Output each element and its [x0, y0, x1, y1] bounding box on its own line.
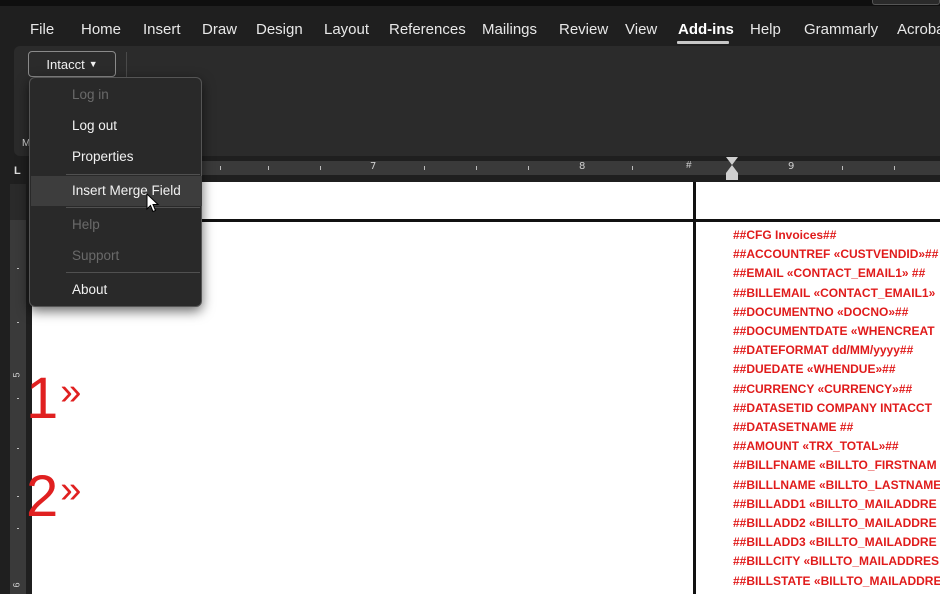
- intacct-dropdown-button[interactable]: Intacct ▼: [28, 51, 116, 77]
- vertical-ruler-margin: [10, 184, 26, 220]
- menu-item-help: Help: [72, 217, 100, 232]
- tab-view[interactable]: View: [625, 21, 657, 38]
- merge-field[interactable]: ##DATEFORMAT dd/MM/yyyy##: [733, 341, 940, 360]
- ruler-tick: [220, 166, 221, 170]
- chevron-down-icon: ▼: [88, 59, 98, 69]
- ruler-number: 8: [579, 161, 586, 172]
- vertical-ruler[interactable]: 5 6: [10, 184, 26, 594]
- tab-insert[interactable]: Insert: [143, 21, 181, 38]
- menu-item-about[interactable]: About: [31, 275, 202, 305]
- merge-field[interactable]: ##BILLADD2 «BILLTO_MAILADDRE: [733, 514, 940, 533]
- merge-field[interactable]: ##DATASETID COMPANY INTACCT: [733, 399, 940, 418]
- ruler-number: 7: [370, 161, 377, 172]
- ruler-tick: [632, 166, 633, 170]
- ruler-tick: [476, 166, 477, 170]
- tab-draw[interactable]: Draw: [202, 21, 237, 38]
- table-border-vertical: [693, 182, 696, 594]
- merge-field[interactable]: ##ACCOUNTREF «CUSTVENDID»##: [733, 245, 940, 264]
- indent-marker-icon[interactable]: [726, 157, 738, 181]
- tab-references[interactable]: References: [389, 21, 466, 38]
- ruler-tick: [17, 496, 19, 497]
- merge-field-list: ##CFG Invoices## ##ACCOUNTREF «CUSTVENDI…: [733, 226, 940, 591]
- tab-layout[interactable]: Layout: [324, 21, 369, 38]
- merge-field[interactable]: ##CURRENCY «CURRENCY»##: [733, 380, 940, 399]
- ruler-tick: [528, 166, 529, 170]
- menu-item-insert-merge-field[interactable]: Insert Merge Field: [31, 176, 202, 206]
- merge-field[interactable]: ##DOCUMENTNO «DOCNO»##: [733, 303, 940, 322]
- ruler-tick: [17, 448, 19, 449]
- ruler-number: 6: [11, 582, 22, 588]
- double-chevron-icon: »: [60, 371, 82, 413]
- ruler-number: 9: [788, 161, 795, 172]
- tab-grammarly[interactable]: Grammarly: [804, 21, 878, 38]
- menu-item-properties[interactable]: Properties: [31, 142, 202, 172]
- step-label-1: 1»: [26, 370, 81, 428]
- intacct-dropdown-menu: Log in Log out Properties Insert Merge F…: [29, 77, 202, 307]
- tab-design[interactable]: Design: [256, 21, 303, 38]
- word-window: File Home Insert Draw Design Layout Refe…: [0, 0, 940, 594]
- tab-stop-selector[interactable]: L: [14, 165, 21, 177]
- merge-field[interactable]: ##BILLADD3 «BILLTO_MAILADDRE: [733, 533, 940, 552]
- active-tab-indicator: [677, 41, 729, 44]
- merge-field[interactable]: ##BILLCITY «BILLTO_MAILADDRES: [733, 552, 940, 571]
- ruler-tick: [17, 322, 19, 323]
- tab-help[interactable]: Help: [750, 21, 781, 38]
- ruler-tick: [17, 398, 19, 399]
- menu-item-support: Support: [72, 248, 120, 263]
- ruler-number: 5: [11, 372, 22, 378]
- step-number: 2: [26, 464, 59, 529]
- menu-item-log-out[interactable]: Log out: [31, 111, 202, 141]
- merge-field[interactable]: ##BILLSTATE «BILLTO_MAILADDRE: [733, 572, 940, 591]
- menu-separator: [66, 174, 200, 175]
- menu-item-log-in: Log in: [72, 87, 109, 102]
- tab-review[interactable]: Review: [559, 21, 608, 38]
- merge-field[interactable]: ##DATASETNAME ##: [733, 418, 940, 437]
- tab-home[interactable]: Home: [81, 21, 121, 38]
- merge-field[interactable]: ##DUEDATE «WHENDUE»##: [733, 360, 940, 379]
- merge-field[interactable]: ##EMAIL «CONTACT_EMAIL1» ##: [733, 264, 940, 283]
- tab-add-ins[interactable]: Add-ins: [678, 21, 734, 38]
- window-control-button[interactable]: [872, 0, 940, 5]
- table-column-marker[interactable]: #: [686, 160, 692, 171]
- ruler-tick: [268, 166, 269, 170]
- menu-separator: [66, 207, 200, 208]
- menu-separator: [66, 272, 200, 273]
- merge-field[interactable]: ##CFG Invoices##: [733, 226, 940, 245]
- step-number: 1: [26, 366, 59, 431]
- ruler-tick: [17, 528, 19, 529]
- merge-field[interactable]: ##BILLLNAME «BILLTO_LASTNAME: [733, 476, 940, 495]
- ruler-tick: [894, 166, 895, 170]
- mouse-cursor-icon: [146, 193, 160, 213]
- ruler-tick: [842, 166, 843, 170]
- merge-field[interactable]: ##BILLFNAME «BILLTO_FIRSTNAM: [733, 456, 940, 475]
- ruler-tick: [424, 166, 425, 170]
- tab-file[interactable]: File: [30, 21, 54, 38]
- double-chevron-icon: »: [60, 469, 82, 511]
- merge-field[interactable]: ##BILLEMAIL «CONTACT_EMAIL1»: [733, 284, 940, 303]
- ribbon-tab-bar: File Home Insert Draw Design Layout Refe…: [0, 6, 940, 46]
- ruler-tick: [17, 268, 19, 269]
- intacct-button-label: Intacct: [46, 56, 85, 72]
- tab-acrobat[interactable]: Acroba: [897, 21, 940, 38]
- ruler-tick: [320, 166, 321, 170]
- merge-field[interactable]: ##BILLADD1 «BILLTO_MAILADDRE: [733, 495, 940, 514]
- merge-field[interactable]: ##DOCUMENTDATE «WHENCREAT: [733, 322, 940, 341]
- step-label-2: 2»: [26, 468, 81, 526]
- tab-mailings[interactable]: Mailings: [482, 21, 537, 38]
- merge-field[interactable]: ##AMOUNT «TRX_TOTAL»##: [733, 437, 940, 456]
